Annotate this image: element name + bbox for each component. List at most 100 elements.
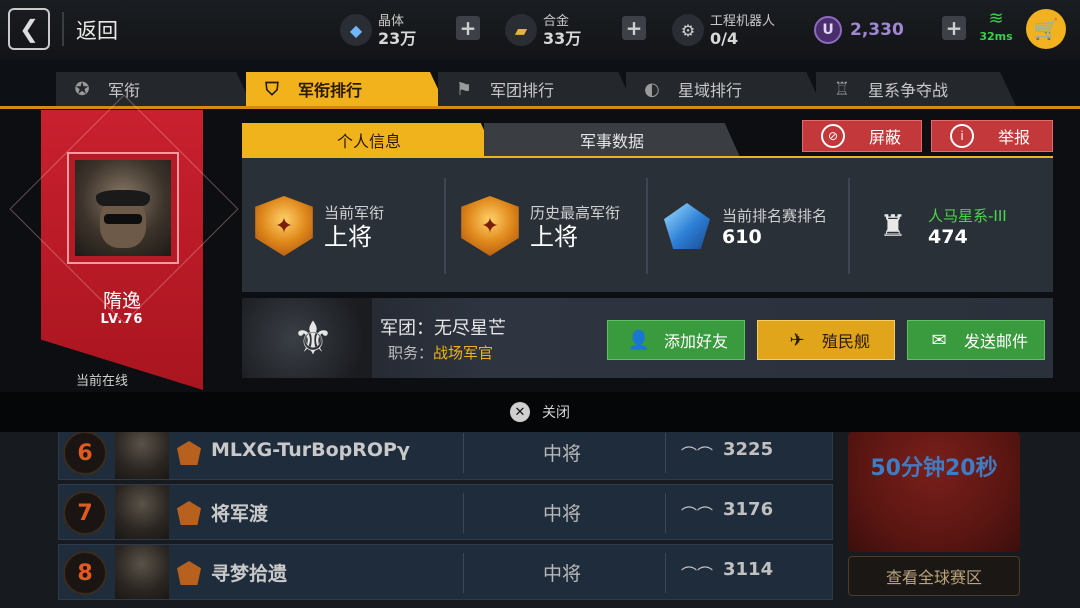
tab-starfield-leaderboard[interactable]: ◐ 星域排行 [626,72,822,106]
u-coin-icon: U [814,16,842,44]
tab-label: 军衔排行 [298,81,363,100]
u-coin-value: 2,330 [850,20,904,40]
plus-icon: + [945,16,963,40]
table-row[interactable]: 8 寻梦拾遗 中将 ⌒⌒ 3114 [58,544,833,600]
plus-icon: + [459,16,477,40]
legion-name: 军团：无尽星芒 [380,314,506,340]
report-label: 举报 [998,128,1031,147]
add-friend-label: 添加好友 [663,332,728,351]
resource-value: 33万 [543,29,582,48]
player-name: MLXG-TurBopROPγ [211,439,410,461]
portrait-frame [67,152,179,264]
diamond-icon [664,203,710,249]
resource-label: 工程机器人 [710,14,776,29]
add-crystal-button[interactable]: + [456,16,480,40]
colony-ship-label: 殖民舰 [821,332,870,351]
back-button[interactable]: ❮ [8,8,50,50]
send-mail-label: 发送邮件 [963,332,1028,351]
divider [62,12,64,46]
avatar [75,160,171,256]
plus-icon: + [625,16,643,40]
highest-rank-stat: ✦ 历史最高军衔 上将 [458,178,620,274]
tab-personal-info[interactable]: 个人信息 [242,123,496,157]
countdown-timer: 50分钟20秒 [870,456,998,481]
rank-emblem-icon: ✦ [255,196,313,256]
tab-label: 星域排行 [678,81,743,100]
player-level: LV.76 [100,312,144,327]
view-global-button[interactable]: 查看全球赛区 [848,556,1020,596]
ping-value: 32ms [979,30,1013,43]
resource-crystal: ◆ 晶体 23万 [340,8,416,52]
close-bar[interactable]: ✕ 关闭 [0,392,1080,432]
robot-icon: ⚙ [672,14,704,46]
add-alloy-button[interactable]: + [622,16,646,40]
legion-name-value: 无尽星芒 [434,318,506,339]
top-bar: ❮ 返回 ◆ 晶体 23万 + ▰ 合金 33万 + ⚙ 工程机器人 0/4 U… [0,0,1080,60]
resource-value: 23万 [378,29,417,48]
score: 3176 [723,499,774,520]
add-user-icon: 👤 [627,329,651,351]
table-row[interactable]: 7 将军渡 中将 ⌒⌒ 3176 [58,484,833,540]
rank-number: 6 [63,431,107,475]
rank-number: 8 [63,551,107,595]
stat-value: 610 [722,225,762,248]
add-u-coin-button[interactable]: + [942,16,966,40]
player-name: 隋逸 [102,290,141,312]
rank-badge-icon [177,561,201,585]
resource-label: 合金 [543,14,570,29]
add-friend-button[interactable]: 👤 添加好友 [607,320,745,360]
rank-title: 中将 [543,563,582,585]
report-button[interactable]: i 举报 [931,120,1053,152]
current-rank-stat: ✦ 当前军衔 上将 [252,178,384,274]
avatar-glasses [104,214,142,224]
block-user-icon: ⊘ [821,124,845,148]
legion-banner: ⚜ [242,298,372,378]
tab-label: 星系争夺战 [868,81,949,100]
avatar-figure [96,190,150,248]
divider [463,553,464,593]
avatar [115,485,169,539]
rank-title: 中将 [543,443,582,465]
resource-alloy: ▰ 合金 33万 [505,8,581,52]
chevron-left-icon: ❮ [18,15,40,43]
resource-value: 0/4 [710,29,739,48]
divider [463,493,464,533]
wings-icon: ⌒⌒ [681,565,714,584]
send-mail-button[interactable]: ✉ 发送邮件 [907,320,1045,360]
tab-rank-leaderboard[interactable]: ⛉ 军衔排行 [246,72,446,106]
back-label[interactable]: 返回 [76,15,118,45]
divider [646,178,648,274]
rank-badge-icon [177,441,201,465]
divider [463,433,464,473]
table-row[interactable]: 6 MLXG-TurBopROPγ 中将 ⌒⌒ 3225 [58,424,833,480]
legion-flag-icon: ⚑ [455,78,473,100]
stat-value: 474 [928,225,968,248]
colony-ship-button[interactable]: ✈ 殖民舰 [757,320,895,360]
stats-panel: ✦ 当前军衔 上将 ✦ 历史最高军衔 上将 当前排名赛排名 610 ♜ 人马星系… [242,158,1053,292]
tab-rank[interactable]: ✪ 军衔 [56,72,252,106]
block-button[interactable]: ⊘ 屏蔽 [802,120,922,152]
duty-prefix: 职务： [388,344,434,362]
tab-military-data[interactable]: 军事数据 [484,123,740,157]
score: 3114 [723,559,774,580]
galaxy-label: 人马星系-III [928,206,1007,225]
divider [848,178,850,274]
block-label: 屏蔽 [869,128,902,147]
wifi-icon: ≋ [988,8,1004,29]
close-icon[interactable]: ✕ [510,402,530,422]
info-icon: i [950,124,974,148]
stat-value: 上将 [530,222,578,251]
tab-galaxy-battle[interactable]: ♖ 星系争夺战 [816,72,1016,106]
divider [665,553,666,593]
stat-label: 历史最高军衔 [530,203,621,222]
cart-icon: 🛒 [1033,17,1059,41]
alloy-icon: ▰ [505,14,537,46]
close-label[interactable]: 关闭 [542,402,570,422]
divider [665,493,666,533]
tabs-underline [0,106,1080,109]
rank-badge-icon [177,501,201,525]
shop-cart-button[interactable]: 🛒 [1026,9,1066,49]
rank-tabs: ✪ 军衔 ⛉ 军衔排行 ⚑ 军团排行 ◐ 星域排行 ♖ 星系争夺战 [0,70,1080,108]
rank-title: 中将 [543,503,582,525]
tab-legion-leaderboard[interactable]: ⚑ 军团排行 [438,72,634,106]
